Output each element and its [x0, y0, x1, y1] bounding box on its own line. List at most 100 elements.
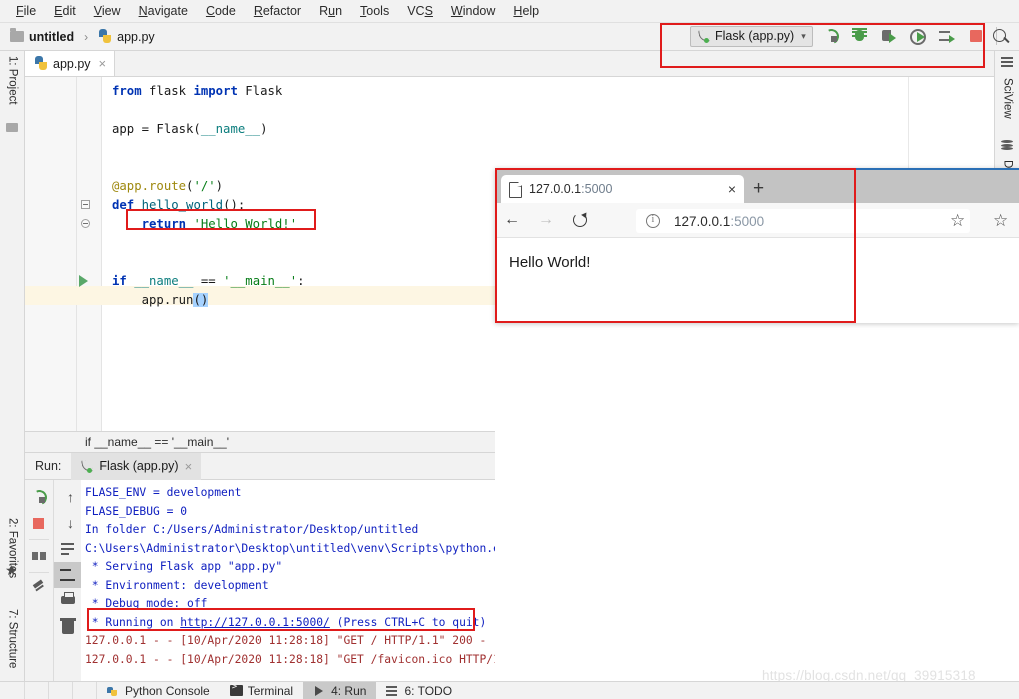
code-line-12: app.run(): [102, 291, 208, 310]
page-body-text: Hello World!: [509, 254, 590, 271]
down-button[interactable]: ↓: [54, 510, 82, 536]
fold-marker-icon[interactable]: [81, 200, 90, 209]
up-button[interactable]: ↑: [54, 484, 82, 510]
status-item-python-console[interactable]: Python Console: [97, 682, 220, 699]
page-icon: [509, 182, 521, 197]
flask-icon: [697, 30, 710, 43]
run-line-marker-icon[interactable]: [79, 275, 88, 287]
sidebar-item-structure[interactable]: 7: Structure: [0, 604, 25, 690]
breadcrumb-project[interactable]: untitled: [29, 30, 74, 44]
browser-tab[interactable]: 127.0.0.1:5000 ×: [501, 175, 744, 203]
address-bar[interactable]: 127.0.0.1:5000: [636, 209, 970, 233]
editor-tab-app-py[interactable]: app.py ×: [25, 51, 115, 76]
python-file-icon: [98, 29, 112, 44]
code-line-9: [102, 234, 112, 253]
menu-item-run[interactable]: Run: [310, 2, 351, 20]
scroll-to-end-button[interactable]: [54, 562, 82, 588]
editor-tab-label: app.py: [53, 57, 91, 71]
python-console-icon: [107, 685, 120, 696]
sidebar-item-sciview[interactable]: SciView: [995, 73, 1019, 135]
code-line-2: [102, 101, 112, 120]
menu-item-vcs[interactable]: VCS: [398, 2, 442, 20]
editor-breadcrumb-text: if __name__ == '__main__': [85, 435, 229, 449]
print-button[interactable]: [54, 588, 82, 614]
sidebar-item-project-label: 1: Project: [7, 56, 19, 105]
star-plus-icon[interactable]: ☆: [950, 212, 965, 229]
console-running-url-link[interactable]: http://127.0.0.1:5000/: [180, 616, 330, 629]
reload-button[interactable]: [563, 203, 597, 237]
sidebar-item-project[interactable]: 1: Project: [0, 51, 25, 121]
status-item-todo[interactable]: 6: TODO: [376, 682, 462, 699]
pin-tab-button[interactable]: [25, 576, 53, 602]
status-item-terminal[interactable]: Terminal: [220, 682, 303, 699]
close-icon[interactable]: ×: [99, 56, 107, 71]
status-item-run[interactable]: 4: Run: [303, 682, 376, 699]
breadcrumb-separator: ›: [84, 30, 88, 44]
menu-item-code[interactable]: Code: [197, 2, 245, 20]
search-icon[interactable]: [989, 25, 1013, 49]
status-bar-left-buttons: [1, 682, 97, 699]
status-bar-square[interactable]: [25, 682, 49, 699]
pycharm-window: File Edit View Navigate Code Refactor Ru…: [0, 0, 1019, 699]
console-line: FLASE_ENV = development: [85, 486, 241, 499]
fold-column: [77, 77, 102, 431]
back-button[interactable]: ←: [495, 203, 529, 237]
menu-item-edit[interactable]: Edit: [45, 2, 85, 20]
forward-button[interactable]: →: [529, 203, 563, 237]
database-icon: [1001, 139, 1013, 151]
run-tab-flask[interactable]: Flask (app.py) ×: [71, 453, 201, 480]
console-line: * Debug mode: off: [85, 597, 207, 610]
run-tool-window-header: Run: Flask (app.py) ×: [25, 453, 495, 480]
code-line-11: if __name__ == '__main__':: [102, 272, 305, 291]
info-icon[interactable]: [646, 214, 660, 228]
stop-button[interactable]: [25, 510, 53, 536]
status-bar-square[interactable]: [73, 682, 97, 699]
menu-item-window[interactable]: Window: [442, 2, 504, 20]
new-tab-button[interactable]: +: [753, 179, 764, 198]
code-line-5: [102, 158, 112, 177]
debug-button[interactable]: [849, 25, 871, 47]
sidebar-item-structure-label: 7: Structure: [7, 609, 19, 668]
soft-wrap-button[interactable]: [54, 536, 82, 562]
status-item-label: 6: TODO: [404, 684, 452, 698]
run-multiple-button[interactable]: [936, 25, 958, 47]
status-item-label: Python Console: [125, 684, 210, 698]
menu-item-navigate[interactable]: Navigate: [130, 2, 197, 20]
close-icon[interactable]: ×: [728, 182, 736, 196]
code-line-3: app = Flask(__name__): [102, 120, 267, 139]
run-console-output[interactable]: FLASE_ENV = development FLASE_DEBUG = 0 …: [81, 480, 495, 682]
breadcrumb: untitled › app.py: [10, 29, 155, 44]
terminal-icon: [230, 685, 243, 696]
fold-marker-icon-2[interactable]: [81, 219, 90, 228]
menu-item-refactor[interactable]: Refactor: [245, 2, 310, 20]
close-icon[interactable]: ×: [185, 459, 193, 474]
flask-icon: [80, 460, 93, 473]
menu-item-view[interactable]: View: [85, 2, 130, 20]
clear-all-button[interactable]: [54, 614, 82, 640]
breadcrumb-file[interactable]: app.py: [117, 30, 155, 44]
sidebar-item-favorites[interactable]: 2: Favorites: [0, 513, 25, 603]
status-bar-square[interactable]: [49, 682, 73, 699]
menu-bar: File Edit View Navigate Code Refactor Ru…: [0, 0, 1019, 23]
divider: [29, 572, 49, 573]
layout-button[interactable]: [25, 543, 53, 569]
status-item-label: Terminal: [248, 684, 293, 698]
back-arrow-icon: ←: [504, 212, 520, 228]
profile-button[interactable]: [907, 25, 929, 47]
run-label: Run:: [25, 459, 71, 473]
run-with-coverage-button[interactable]: [878, 25, 900, 47]
project-folder-icon: [6, 123, 18, 132]
menu-item-file[interactable]: File: [7, 2, 45, 20]
down-arrow-icon: ↓: [67, 516, 74, 530]
rerun-button[interactable]: [25, 484, 53, 510]
run-configuration-selector[interactable]: Flask (app.py) ▾: [690, 26, 813, 47]
status-bar-square[interactable]: [1, 682, 25, 699]
console-line: 127.0.0.1 - - [10/Apr/2020 11:28:18] "GE…: [85, 634, 486, 647]
stop-button[interactable]: [965, 25, 987, 47]
browser-tab-strip: 127.0.0.1:5000 × +: [495, 170, 1019, 203]
menu-item-help[interactable]: Help: [504, 2, 548, 20]
star-list-icon[interactable]: ☆: [993, 212, 1008, 229]
menu-item-tools[interactable]: Tools: [351, 2, 398, 20]
browser-window[interactable]: 127.0.0.1:5000 × + ← → 127.0.0.1:5000 ☆ …: [495, 168, 1019, 323]
rerun-button[interactable]: [820, 25, 842, 47]
